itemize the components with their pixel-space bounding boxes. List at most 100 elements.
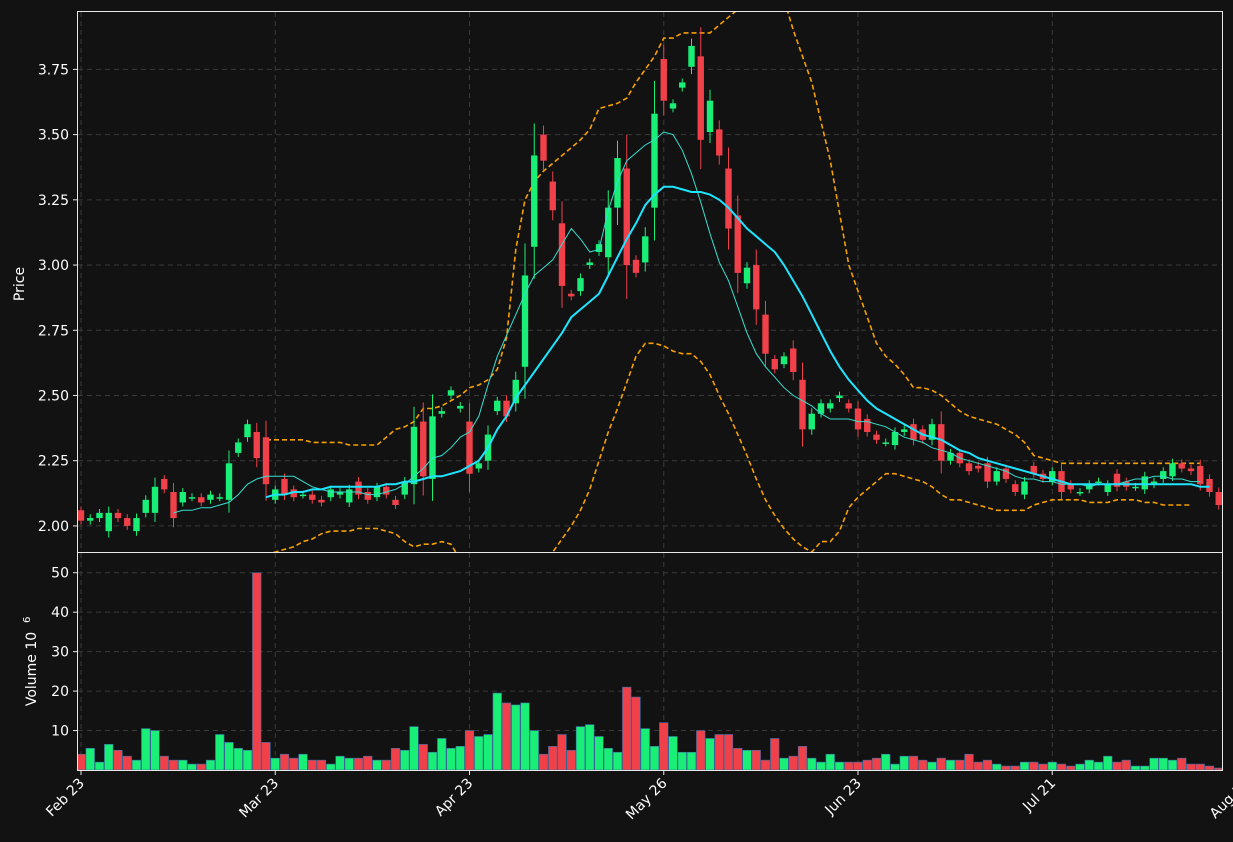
volume-bar [964, 753, 974, 770]
candle-up [327, 489, 334, 498]
candle-up [669, 103, 677, 109]
candle-down [762, 314, 769, 354]
chart-background [0, 0, 1233, 842]
candle-up [827, 403, 834, 409]
candle-up [993, 471, 1000, 482]
candle-down [1012, 484, 1019, 492]
volume-bar [742, 749, 752, 770]
candle-down [623, 168, 630, 266]
volume-bar [418, 744, 428, 770]
volume-bar [1056, 763, 1067, 770]
candle-up [401, 481, 408, 495]
candle-up [780, 356, 788, 365]
candle-up [882, 442, 889, 444]
volume-bar [427, 751, 438, 770]
candle-up [105, 512, 112, 532]
candle-down [568, 293, 575, 297]
candle-up [494, 400, 501, 412]
volume-bar [871, 757, 882, 770]
candle-down [725, 168, 732, 229]
candle-up [87, 518, 94, 521]
candle-down [170, 492, 177, 519]
volume-bar [594, 736, 604, 770]
volume-bar [603, 747, 613, 770]
candle-down [938, 424, 945, 461]
volume-bar [1130, 765, 1141, 770]
candle-up [901, 429, 908, 432]
volume-bar [1066, 765, 1076, 770]
volume-bar [918, 759, 928, 770]
candle-down [1215, 492, 1222, 506]
candle-down [632, 259, 640, 273]
volume-bar [955, 759, 965, 770]
candle-up [1169, 463, 1176, 477]
volume-bar [242, 749, 253, 770]
candle-up [475, 463, 482, 469]
volume-bar [890, 763, 900, 770]
volume-bar [825, 753, 835, 770]
candle-up [447, 390, 455, 396]
price-tick-label: 3.25 [38, 193, 69, 209]
candle-down [771, 358, 778, 370]
volume-bar [316, 759, 327, 770]
volume-bar [1019, 761, 1030, 770]
candle-down [253, 432, 260, 459]
volume-bar [437, 738, 447, 770]
volume-bar [270, 757, 280, 770]
candle-down [975, 465, 982, 469]
volume-bar [520, 702, 530, 770]
volume-bar [779, 757, 789, 770]
volume-bar [566, 749, 576, 770]
volume-bar [659, 722, 669, 770]
candle-up [1104, 484, 1111, 492]
volume-bar [483, 734, 493, 770]
volume-bar [409, 726, 419, 770]
price-axis-label: Price [12, 267, 28, 301]
volume-bar [474, 736, 484, 770]
volume-bar [511, 704, 521, 770]
volume-bar [834, 761, 845, 770]
candle-down [1206, 478, 1213, 492]
volume-bar [936, 757, 946, 770]
volume-bar [816, 761, 826, 770]
stock-chart: 2.00 2.25 2.50 2.75 3.00 3.25 3.50 3.75 10 20 30 40… [0, 0, 1233, 842]
volume-bar [446, 747, 456, 770]
volume-bar [289, 757, 299, 770]
volume-bar [770, 738, 780, 770]
volume-bar [400, 749, 410, 770]
volume-bar [381, 759, 391, 770]
candle-down [124, 518, 131, 526]
volume-bar [196, 763, 206, 770]
volume-axis-label: Volume 10 [24, 632, 40, 706]
candle-down [845, 403, 852, 409]
candle-down [558, 223, 566, 286]
candle-down [790, 348, 797, 372]
price-tick-label: 2.75 [38, 323, 69, 339]
candle-up [586, 262, 593, 266]
candle-down [78, 510, 85, 521]
volume-bar [612, 751, 623, 770]
volume-bar [178, 759, 188, 770]
volume-bar [622, 686, 632, 770]
volume-bar [1093, 761, 1104, 770]
candle-down [910, 424, 917, 440]
volume-bar [760, 759, 771, 770]
candle-up [429, 416, 436, 479]
volume-bar [455, 746, 465, 770]
candle-down [854, 408, 862, 430]
candle-down [198, 497, 205, 503]
candle-down [753, 265, 760, 310]
volume-bar [1084, 759, 1094, 770]
volume-bar [686, 751, 697, 770]
volume-axis-exponent: 6 [22, 617, 33, 623]
volume-bar [279, 753, 290, 770]
volume-bar [1167, 759, 1178, 770]
candle-down [549, 181, 556, 211]
candle-up [96, 512, 103, 519]
price-tick-label: 3.50 [38, 128, 69, 144]
volume-bar [973, 761, 983, 770]
volume-bar [668, 736, 678, 770]
candle-up [577, 278, 584, 292]
volume-bar [104, 744, 114, 770]
volume-bar [344, 757, 354, 770]
